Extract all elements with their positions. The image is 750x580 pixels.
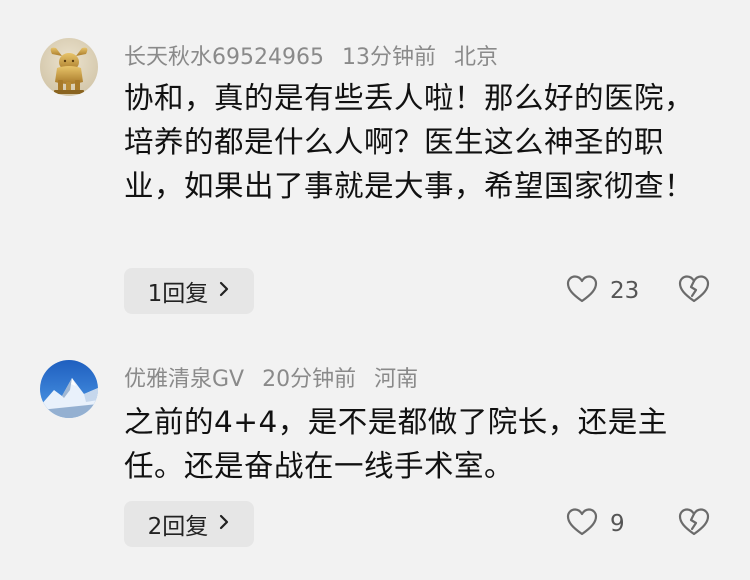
like-count: 23 <box>610 278 640 304</box>
heart-outline-icon <box>566 274 598 308</box>
view-replies-button[interactable]: 1回复 <box>124 268 254 314</box>
heart-outline-icon <box>566 507 598 541</box>
golden-bull-icon <box>40 38 98 96</box>
timestamp: 20分钟前 <box>262 367 357 392</box>
dislike-button[interactable] <box>678 507 710 541</box>
like-button[interactable]: 23 <box>566 274 640 308</box>
comment-feed: 长天秋水69524965 13分钟前 北京 协和，真的是有些丢人啦！那么好的医院… <box>0 0 750 580</box>
location: 河南 <box>374 367 419 392</box>
like-count: 9 <box>610 511 625 537</box>
broken-heart-icon <box>678 274 710 308</box>
view-replies-button[interactable]: 2回复 <box>124 501 254 547</box>
comment-text: 之前的4+4，是不是都做了院长，还是主任。还是奋战在一线手术室。 <box>124 405 668 483</box>
avatar[interactable] <box>40 360 98 418</box>
chevron-right-icon <box>218 279 230 304</box>
comment-meta: 优雅清泉GV 20分钟前 河南 <box>124 360 418 394</box>
like-button[interactable]: 9 <box>566 507 640 541</box>
comment-text: 协和，真的是有些丢人啦！那么好的医院，培养的都是什么人啊？医生这么神圣的职业，如… <box>124 81 695 203</box>
dislike-button[interactable] <box>678 274 710 308</box>
reply-count-label: 2回复 <box>147 514 209 540</box>
snow-mountain-icon <box>40 360 98 418</box>
avatar[interactable] <box>40 38 98 96</box>
username[interactable]: 优雅清泉GV <box>124 361 244 393</box>
comment-actions: 9 <box>566 501 710 547</box>
location: 北京 <box>453 45 498 70</box>
comment-meta: 长天秋水69524965 13分钟前 北京 <box>124 38 498 72</box>
broken-heart-icon <box>678 507 710 541</box>
username[interactable]: 长天秋水69524965 <box>124 39 324 71</box>
timestamp: 13分钟前 <box>341 45 436 70</box>
reply-count-label: 1回复 <box>147 281 209 307</box>
comment-actions: 23 <box>566 268 710 314</box>
chevron-right-icon <box>218 512 230 537</box>
